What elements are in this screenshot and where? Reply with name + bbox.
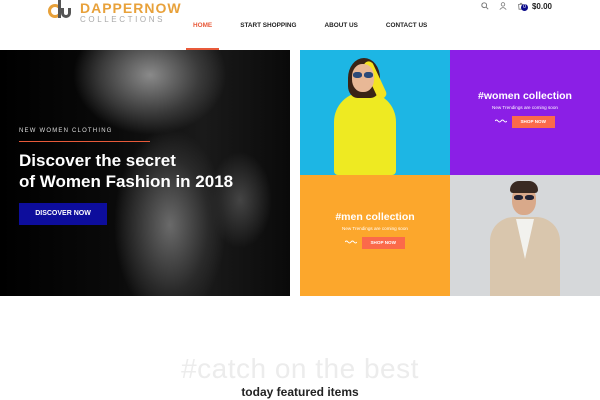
featured-section-title: today featured items [241,385,359,399]
site-header: DAPPERNOW COLLECTIONS 0 $0.00 HOME START… [0,0,600,50]
cart-button[interactable]: 0 $0.00 [516,1,552,11]
hero-divider [19,141,150,142]
men-collection-subtext: New Trendings are coming soon [342,226,408,231]
shop-now-women-button[interactable]: SHOP NOW [511,116,555,128]
men-collection-heading: #men collection [335,211,415,223]
hero-title: Discover the secret of Women Fashion in … [19,150,279,192]
nav-about-us[interactable]: ABOUT US [318,22,365,50]
shop-now-men-button[interactable]: SHOP NOW [361,237,405,249]
nav-start-shopping[interactable]: START SHOPPING [233,22,303,50]
user-icon[interactable] [498,1,508,11]
brand-title: DAPPERNOW [80,0,182,16]
women-photo-tile[interactable] [300,50,450,175]
discover-now-button[interactable]: DISCOVER NOW [19,203,107,225]
sunglasses-icon [352,72,374,78]
hero-title-line1: Discover the secret [19,151,176,170]
cart-count-badge: 0 [520,4,528,11]
men-photo-tile[interactable] [450,175,600,296]
logo-mark-icon [48,0,78,20]
women-collection-subtext: New Trendings are coming soon [492,105,558,110]
section-watermark: #catch on the best [181,353,419,384]
squiggle-icon [344,240,358,244]
nav-home[interactable]: HOME [186,22,220,50]
nav-contact-us[interactable]: CONTACT US [379,22,434,50]
search-icon[interactable] [480,1,490,11]
main-nav: HOME START SHOPPING ABOUT US CONTACT US [186,22,434,50]
squiggle-icon [494,119,508,123]
sunglasses-icon [513,195,535,200]
men-collection-tile: #men collection New Trendings are coming… [300,175,450,296]
brand-logo[interactable]: DAPPERNOW COLLECTIONS [48,0,182,24]
brand-subtitle: COLLECTIONS [80,15,166,24]
hero-kicker: NEW WOMEN CLOTHING [19,128,113,134]
header-tools: 0 $0.00 [480,0,552,12]
women-collection-heading: #women collection [478,90,572,102]
women-collection-tile: #women collection New Trendings are comi… [450,50,600,175]
cart-total: $0.00 [531,1,552,11]
hero-banner: NEW WOMEN CLOTHING Discover the secret o… [0,50,290,296]
hero-title-line2: of Women Fashion in 2018 [19,172,234,191]
